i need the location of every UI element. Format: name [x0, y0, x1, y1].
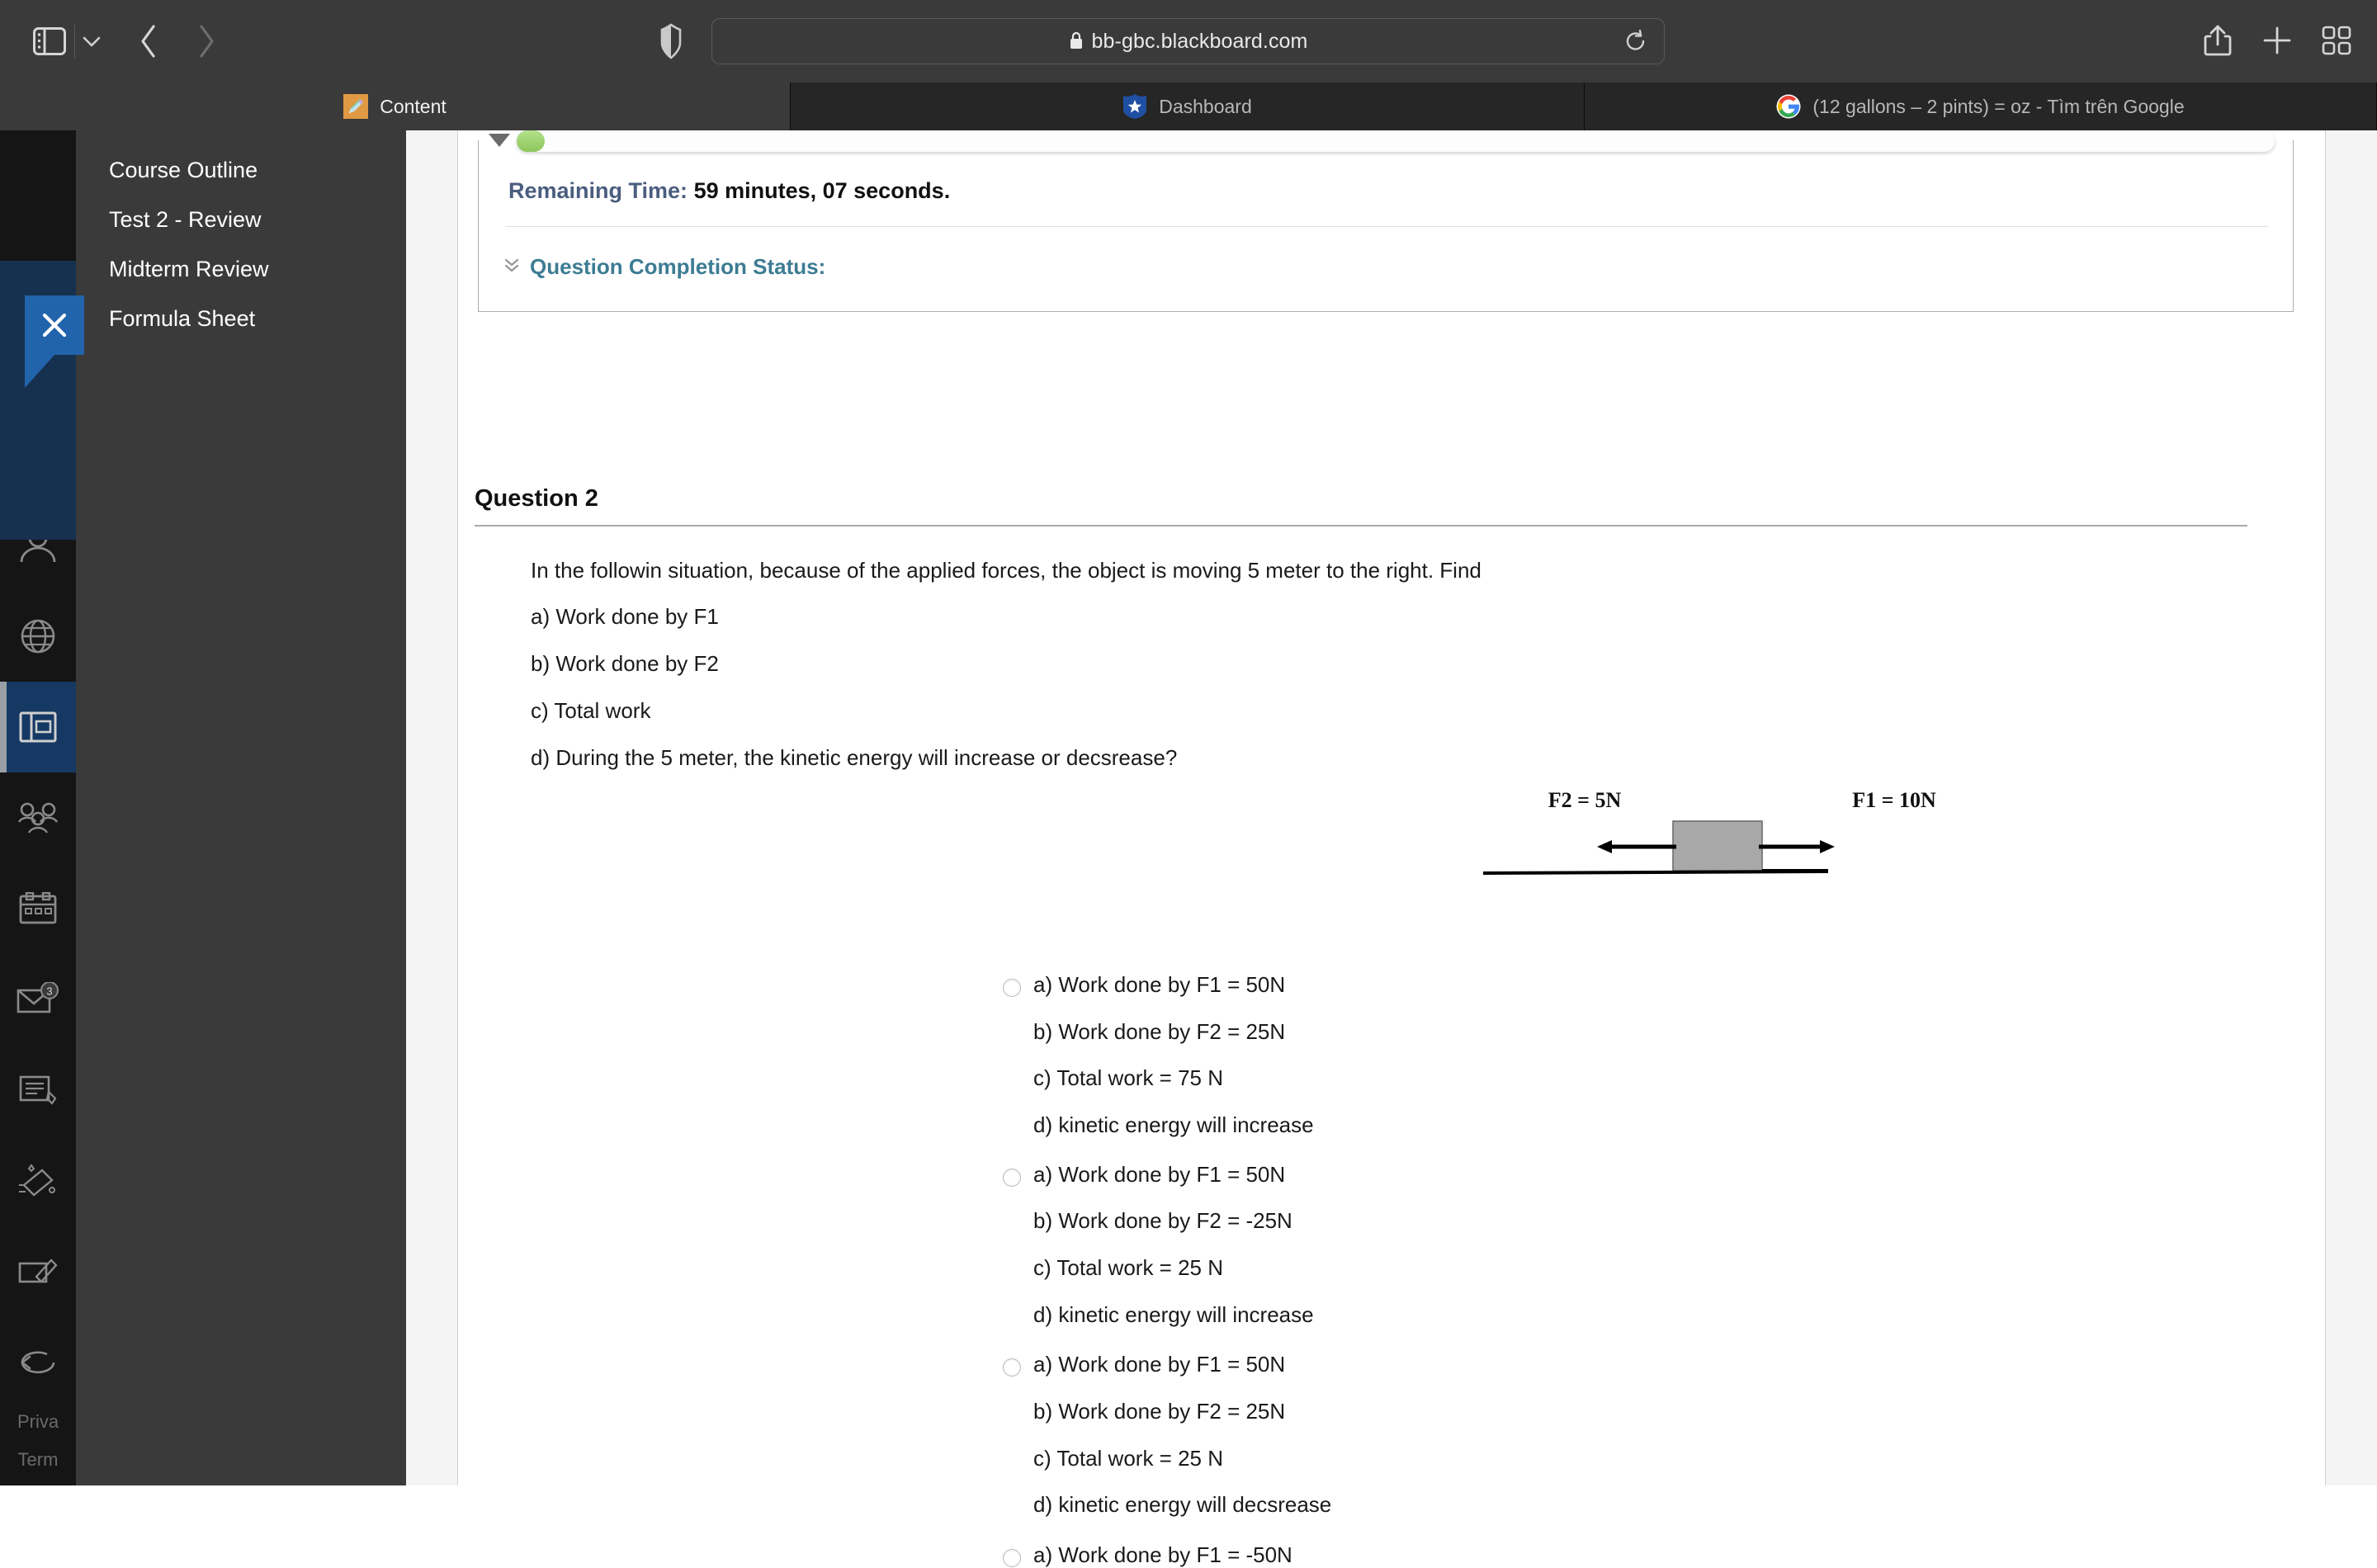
address-text: bb-gbc.blackboard.com: [1091, 29, 1308, 53]
tab-label: Dashboard: [1159, 95, 1252, 117]
tools-icon[interactable]: [0, 1136, 76, 1226]
sidebar-toggle-icon[interactable]: [30, 21, 69, 61]
share-icon[interactable]: [2195, 18, 2240, 63]
signup-icon[interactable]: [0, 1226, 76, 1317]
collapse-triangle-icon[interactable]: [489, 134, 510, 147]
pencil-icon: [343, 94, 369, 119]
option-line: a) Work done by F1 = -50N: [1033, 1542, 1292, 1567]
grades-icon[interactable]: [0, 1045, 76, 1136]
calendar-icon[interactable]: [0, 863, 76, 954]
question-text-line: b) Work done by F2: [531, 651, 719, 676]
force-label-f1: F1 = 10N: [1852, 788, 1936, 812]
blue-star-icon: [1122, 94, 1147, 119]
menu-item-label: Course Outline: [109, 157, 258, 182]
sidebar-item-midterm-review[interactable]: Midterm Review: [76, 244, 406, 294]
timer-panel: Remaining Time: 59 minutes, 07 seconds. …: [478, 130, 2294, 312]
global-nav-rail: 3 Priva Term: [0, 130, 84, 1485]
question-text-line: c) Total work: [531, 698, 651, 723]
courses-icon[interactable]: [0, 682, 76, 772]
remaining-time-value: 59 minutes, 07 seconds.: [693, 178, 951, 203]
option-line: b) Work done by F2 = 25N: [1033, 1399, 1286, 1424]
sidebar-item-test-2-review[interactable]: Test 2 - Review: [76, 195, 406, 244]
block-shape: [1672, 820, 1763, 871]
question-text-line: d) During the 5 meter, the kinetic energ…: [531, 745, 1178, 770]
timer-progress-bar: [517, 130, 2275, 152]
option-line: c) Total work = 25 N: [1033, 1255, 1224, 1280]
rail-footer: Priva Term: [0, 1403, 76, 1479]
tab-label: (12 gallons – 2 pints) = oz - Tìm trên G…: [1812, 95, 2185, 117]
option-line: c) Total work = 25 N: [1033, 1446, 1224, 1471]
completion-status-label: Question Completion Status:: [530, 254, 826, 279]
page-title: Question 2: [475, 485, 598, 512]
option-radio-1[interactable]: [1003, 979, 1021, 997]
option-radio-3[interactable]: [1003, 1358, 1021, 1377]
browser-toolbar: bb-gbc.blackboard.com: [0, 0, 2377, 83]
menu-item-label: Formula Sheet: [109, 305, 256, 331]
plus-icon[interactable]: [2255, 18, 2299, 63]
tab-dashboard[interactable]: Dashboard: [791, 83, 1585, 130]
svg-text:3: 3: [46, 985, 52, 998]
question-completion-status[interactable]: Question Completion Status:: [503, 254, 825, 280]
browser-tab-strip: Content Dashboard (12 gallons – 2 pints)…: [0, 83, 2377, 130]
sidebar-item-formula-sheet[interactable]: Formula Sheet: [76, 294, 406, 343]
test-content-card: Remaining Time: 59 minutes, 07 seconds. …: [457, 130, 2326, 1567]
address-bar[interactable]: bb-gbc.blackboard.com: [711, 18, 1665, 64]
timer-divider: [505, 226, 2268, 227]
option-radio-2[interactable]: [1003, 1169, 1021, 1187]
reload-icon[interactable]: [1624, 29, 1647, 60]
group-icon[interactable]: [0, 772, 76, 863]
option-line: a) Work done by F1 = 50N: [1033, 1352, 1286, 1377]
tab-label: Content: [380, 95, 447, 117]
menu-item-label: Test 2 - Review: [109, 206, 262, 232]
globe-icon[interactable]: [0, 591, 76, 682]
lock-icon: [1069, 31, 1084, 54]
close-icon[interactable]: [25, 295, 84, 355]
chevron-down-icon[interactable]: [78, 25, 105, 58]
toolbar-divider: [74, 25, 75, 58]
terms-link[interactable]: Term: [0, 1441, 76, 1479]
remaining-time-label: Remaining Time:: [508, 178, 688, 203]
option-line: d) kinetic energy will increase: [1033, 1302, 1314, 1327]
option-line: c) Total work = 75 N: [1033, 1065, 1224, 1090]
privacy-shield-icon[interactable]: [652, 21, 690, 61]
option-line: a) Work done by F1 = 50N: [1033, 972, 1286, 997]
force-diagram-figure: F2 = 5N F1 = 10N: [1481, 782, 2208, 914]
remaining-time: Remaining Time: 59 minutes, 07 seconds.: [508, 178, 950, 204]
question-text-line: In the followin situation, because of th…: [531, 558, 1481, 583]
timer-progress-fill: [517, 130, 545, 152]
back-arrow-icon[interactable]: [128, 20, 169, 63]
sidebar-item-course-outline[interactable]: Course Outline: [76, 145, 406, 195]
option-line: a) Work done by F1 = 50N: [1033, 1162, 1286, 1187]
tab-content[interactable]: Content: [0, 83, 791, 130]
google-g-icon: [1776, 94, 1801, 119]
browser-chrome: bb-gbc.blackboard.com: [0, 0, 2377, 83]
tab-grid-icon[interactable]: [2314, 18, 2359, 63]
question-text-line: a) Work done by F1: [531, 604, 719, 629]
force-label-f2: F2 = 5N: [1548, 788, 1622, 812]
menu-item-label: Midterm Review: [109, 256, 269, 281]
tab-google-search[interactable]: (12 gallons – 2 pints) = oz - Tìm trên G…: [1585, 83, 2377, 130]
privacy-link[interactable]: Priva: [0, 1403, 76, 1441]
chevron-double-down-icon: [503, 257, 520, 278]
forward-arrow-icon[interactable]: [186, 20, 227, 63]
logout-icon[interactable]: [0, 1317, 76, 1408]
mail-icon[interactable]: 3: [0, 954, 76, 1045]
option-line: d) kinetic energy will increase: [1033, 1112, 1314, 1137]
option-line: b) Work done by F2 = 25N: [1033, 1019, 1286, 1044]
option-line: b) Work done by F2 = -25N: [1033, 1208, 1292, 1233]
question-divider: [475, 525, 2247, 527]
timer-progress-row: [479, 130, 2293, 160]
page-body: Remaining Time: 59 minutes, 07 seconds. …: [406, 130, 2377, 1567]
option-radio-4[interactable]: [1003, 1549, 1021, 1567]
course-menu-panel: Course Outline Test 2 - Review Midterm R…: [76, 130, 406, 1485]
option-line: d) kinetic energy will decsrease: [1033, 1492, 1332, 1517]
